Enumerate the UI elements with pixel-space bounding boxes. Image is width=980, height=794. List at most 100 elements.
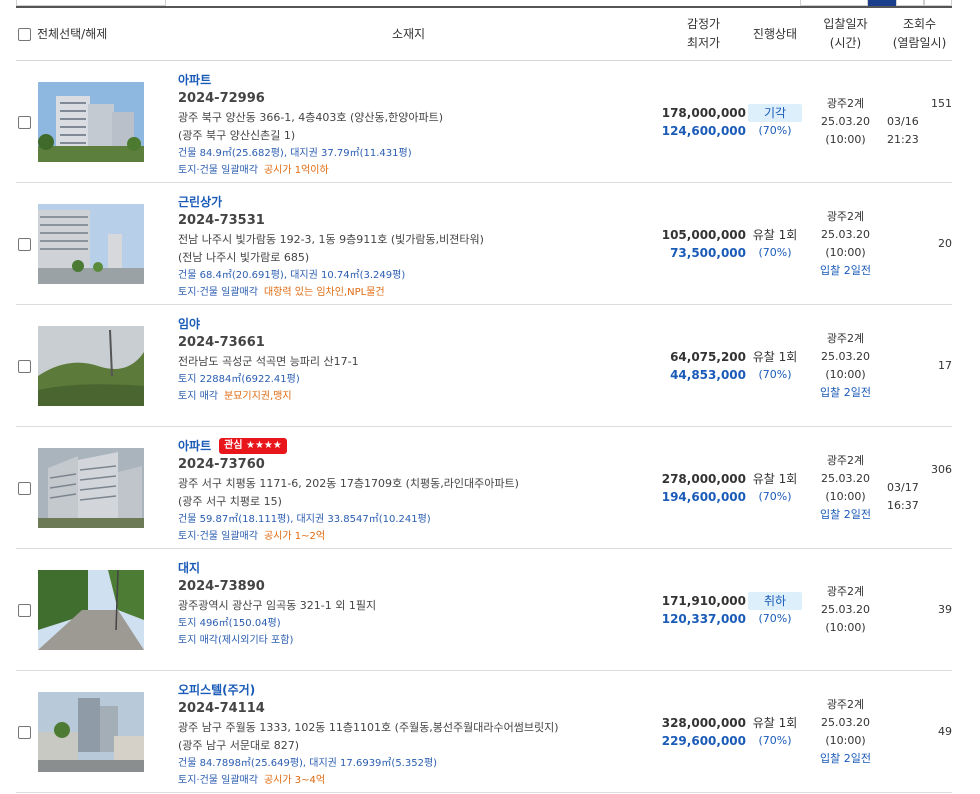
minimum-price: 44,853,000 — [670, 367, 746, 382]
row-checkbox[interactable] — [18, 359, 31, 373]
row-checkbox[interactable] — [18, 603, 31, 617]
location-cell: 아파트 2024-72996 광주 북구 양산동 366-1, 4층403호 (… — [156, 61, 661, 182]
table-row[interactable]: 근린상가 2024-73531 전남 나주시 빛가람동 192-3, 1동 9층… — [16, 183, 952, 305]
property-type[interactable]: 임야 — [178, 315, 200, 333]
property-photo[interactable] — [38, 203, 144, 284]
date-header[interactable]: 입찰일자 (시간) — [804, 15, 887, 53]
row-checkbox[interactable] — [18, 115, 31, 129]
case-number[interactable]: 2024-73661 — [178, 333, 661, 353]
case-number[interactable]: 2024-73890 — [178, 577, 661, 597]
property-type-row: 대지 — [178, 559, 661, 577]
bid-time: (10:00) — [825, 245, 866, 259]
address: 전라남도 곡성군 석곡면 능파리 산17-1 — [178, 355, 359, 368]
days-until-bid: 입찰 2일전 — [820, 263, 871, 277]
table-row[interactable]: 아파트 관심 ★★★★ 2024-73760 광주 서구 치평동 1171-6,… — [16, 427, 952, 549]
minimum-price: 124,600,000 — [661, 123, 746, 138]
property-type[interactable]: 오피스텔(주거) — [178, 681, 255, 699]
case-number[interactable]: 2024-72996 — [178, 89, 661, 109]
date-cell: 광주2계 25.03.20 (10:00) 입찰 2일전 — [804, 305, 887, 426]
status-cell: 유찰 1회 (70%) — [746, 183, 804, 304]
bid-time: (10:00) — [825, 489, 866, 503]
case-number[interactable]: 2024-73760 — [178, 455, 661, 475]
property-photo[interactable] — [38, 691, 144, 772]
views-cell: 39 — [887, 549, 952, 670]
status-cell: 유찰 1회 (70%) — [746, 305, 804, 426]
road-address: (광주 남구 서문대로 827) — [178, 739, 300, 752]
sale-kind: 토지 매각(제시외기타 포함) — [178, 632, 661, 649]
property-type[interactable]: 대지 — [178, 559, 200, 577]
special-note: 대항력 있는 임차인,NPL물건 — [263, 287, 385, 298]
date-header-line2: (시간) — [829, 36, 862, 50]
court-division: 광주2계 — [826, 453, 865, 467]
property-type[interactable]: 아파트 — [178, 437, 211, 455]
status-header[interactable]: 진행상태 — [746, 25, 804, 44]
address: 광주 서구 치평동 1171-6, 202동 17층1709호 (치평동,라인대… — [178, 477, 519, 490]
property-photo[interactable] — [38, 569, 144, 650]
area-info: 토지 496㎡(150.04평) — [178, 618, 281, 629]
minimum-percent: (70%) — [758, 489, 792, 503]
bid-time: (10:00) — [825, 132, 866, 146]
views-cell: 20 — [887, 183, 952, 304]
status-cell: 유찰 1회 (70%) — [746, 671, 804, 792]
table-row[interactable]: 임야 2024-73661 전라남도 곡성군 석곡면 능파리 산17-1 토지 … — [16, 305, 952, 427]
minimum-percent: (70%) — [758, 245, 792, 259]
sale-kind: 토지·건물 일괄매각 대항력 있는 임차인,NPL물건 — [178, 284, 661, 301]
sale-kind-label: 토지 매각 — [178, 391, 218, 402]
case-number[interactable]: 2024-73531 — [178, 211, 661, 231]
interest-badge: 관심 ★★★★ — [219, 438, 287, 454]
status-cell: 유찰 1회 (70%) — [746, 427, 804, 548]
row-select-cell — [16, 427, 156, 548]
row-checkbox[interactable] — [18, 725, 31, 739]
property-photo[interactable] — [38, 81, 144, 162]
property-photo[interactable] — [38, 325, 144, 406]
select-all-checkbox[interactable] — [18, 27, 31, 41]
row-select-cell — [16, 549, 156, 670]
row-checkbox[interactable] — [18, 481, 31, 495]
minimum-price: 229,600,000 — [661, 733, 746, 748]
special-note: 분묘기지권,맹지 — [223, 391, 292, 402]
property-type[interactable]: 아파트 — [178, 71, 211, 89]
court-division: 광주2계 — [826, 96, 865, 110]
appraisal-price: 105,000,000 — [661, 227, 746, 242]
table-row[interactable]: 오피스텔(주거) 2024-74114 광주 남구 주월동 1333, 102동… — [16, 671, 952, 793]
views-cell: 151 03/16 21:23 — [887, 61, 952, 182]
date-cell: 광주2계 25.03.20 (10:00) 입찰 2일전 — [804, 183, 887, 304]
status-badge: 기각 — [748, 103, 802, 122]
views-cell: 17 — [887, 305, 952, 426]
minimum-price: 120,337,000 — [661, 611, 746, 626]
area-info: 건물 84.7898㎡(25.649평), 대지권 17.6939㎡(5.352… — [178, 758, 438, 769]
location-cell: 임야 2024-73661 전라남도 곡성군 석곡면 능파리 산17-1 토지 … — [156, 305, 661, 426]
property-type-row: 임야 — [178, 315, 661, 333]
court-division: 광주2계 — [826, 331, 865, 345]
days-until-bid: 입찰 2일전 — [820, 385, 871, 399]
price-header[interactable]: 감정가 최저가 — [661, 15, 746, 53]
case-number[interactable]: 2024-74114 — [178, 699, 661, 719]
property-type[interactable]: 근린상가 — [178, 193, 222, 211]
sale-kind-label: 토지·건물 일괄매각 — [178, 287, 258, 298]
status-badge: 취하 — [748, 591, 802, 610]
sale-kind: 토지 매각 분묘기지권,맹지 — [178, 388, 661, 405]
price-cell: 171,910,000 120,337,000 — [661, 549, 746, 670]
select-all-label[interactable]: 전체선택/해제 — [37, 25, 107, 44]
table-row[interactable]: 아파트 2024-72996 광주 북구 양산동 366-1, 4층403호 (… — [16, 61, 952, 183]
table-header: 전체선택/해제 소재지 감정가 최저가 진행상태 입찰일자 (시간) 조회수 (… — [16, 8, 952, 61]
road-address: (광주 북구 양산신촌길 1) — [178, 129, 296, 142]
minimum-percent: (70%) — [758, 733, 792, 747]
price-cell: 278,000,000 194,600,000 — [661, 427, 746, 548]
area-info: 건물 68.4㎡(20.691평), 대지권 10.74㎡(3.249평) — [178, 270, 406, 281]
minimum-percent: (70%) — [758, 611, 792, 625]
views-header-line1: 조회수 — [902, 17, 937, 31]
appraisal-price: 278,000,000 — [661, 471, 746, 486]
row-checkbox[interactable] — [18, 237, 31, 251]
road-address: (광주 서구 치평로 15) — [178, 495, 282, 508]
views-header[interactable]: 조회수 (열람일시) — [887, 15, 952, 53]
days-until-bid: 입찰 2일전 — [820, 507, 871, 521]
bid-time: (10:00) — [825, 733, 866, 747]
views-header-line2: (열람일시) — [892, 36, 947, 50]
property-photo[interactable] — [38, 447, 144, 528]
table-row[interactable]: 대지 2024-73890 광주광역시 광산구 임곡동 321-1 외 1필지 … — [16, 549, 952, 671]
view-toggle — [800, 0, 952, 6]
view-count: 39 — [938, 602, 952, 616]
status-cell: 취하 (70%) — [746, 549, 804, 670]
court-division: 광주2계 — [826, 584, 865, 598]
